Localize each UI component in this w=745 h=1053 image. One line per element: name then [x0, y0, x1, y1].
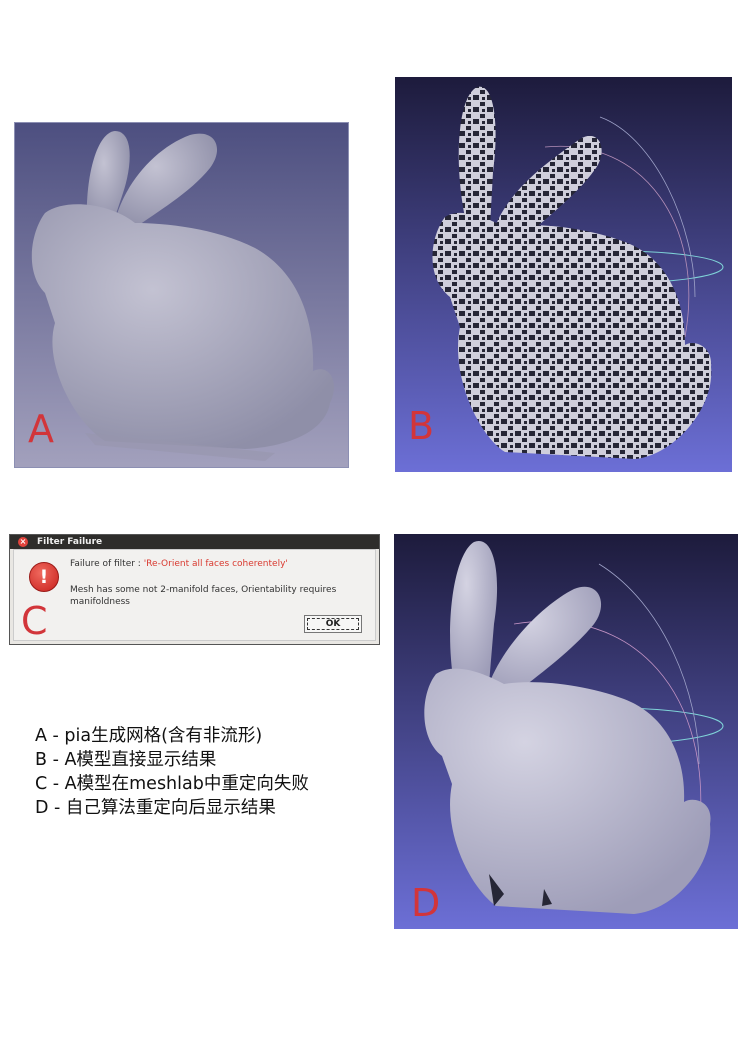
error-detail: Mesh has some not 2-manifold faces, Orie… [70, 585, 337, 607]
bunny-render-a [15, 123, 348, 467]
panel-d-letter: D [411, 881, 441, 925]
panel-d-viewport: D [394, 534, 738, 929]
ok-button[interactable]: OK [304, 615, 362, 633]
bunny-render-d [394, 534, 738, 929]
legend-item-c: C - A模型在meshlab中重定向失败 [35, 774, 309, 794]
dialog-body: ! Failure of filter : 'Re-Orient all fac… [13, 549, 376, 641]
dialog-titlebar: × Filter Failure [10, 535, 379, 549]
close-icon[interactable]: × [18, 537, 28, 547]
legend-item-b: B - A模型直接显示结果 [35, 750, 217, 770]
legend-item-a: A - pia生成网格(含有非流形) [35, 726, 263, 746]
legend: A - pia生成网格(含有非流形) B - A模型直接显示结果 C - A模型… [35, 724, 309, 820]
panel-c-letter: C [21, 599, 48, 643]
failure-message: Failure of filter : 'Re-Orient all faces… [70, 559, 288, 569]
failure-prefix: Failure of filter : [70, 559, 144, 569]
panel-b-viewport: B [395, 77, 732, 472]
panel-b-letter: B [408, 404, 435, 448]
legend-item-d: D - 自己算法重定向后显示结果 [35, 798, 276, 818]
dialog-title: Filter Failure [37, 537, 103, 547]
bunny-render-b [395, 77, 732, 472]
panel-a-letter: A [28, 407, 54, 451]
filter-name: 'Re-Orient all faces coherentely' [143, 559, 288, 569]
error-icon: ! [29, 562, 59, 592]
panel-a-viewport: A [14, 122, 349, 468]
filter-failure-dialog: × Filter Failure ! Failure of filter : '… [9, 534, 380, 645]
